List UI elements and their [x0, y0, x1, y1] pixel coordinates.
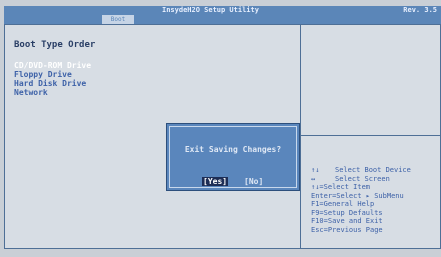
no-button[interactable]: [No] — [244, 177, 263, 186]
help-key: ↑↓ — [311, 166, 320, 174]
help-row: F9=Setup Defaults — [311, 209, 441, 218]
help-key: ↔ — [311, 174, 316, 183]
help-desc: F9=Setup Defaults — [311, 208, 383, 217]
help-row: F10=Save and Exit — [311, 217, 441, 226]
help-panel: ↑↓ Select Boot Device ↔ Select Screen ↑↓=S… — [311, 166, 441, 234]
exit-dialog: Exit Saving Changes? [Yes] [No] — [166, 123, 300, 191]
section-title: Boot Type Order — [14, 40, 96, 50]
help-row: ↔ Select Screen — [311, 175, 441, 184]
boot-order-list: CD/DVD-ROM Drive Floppy Drive Hard Disk … — [14, 61, 91, 97]
title-bar: InsydeH2O Setup Utility Rev. 3.5 — [4, 6, 441, 15]
help-desc: F10=Save and Exit — [311, 217, 383, 225]
dialog-message: Exit Saving Changes? — [184, 145, 282, 154]
help-row: ↑↓ Select Boot Device — [311, 166, 441, 175]
boot-item-hard-disk[interactable]: Hard Disk Drive — [14, 79, 91, 88]
boot-item-floppy[interactable]: Floppy Drive — [14, 70, 91, 79]
help-desc: Esc=Previous Page — [311, 225, 383, 234]
dialog-frame: Exit Saving Changes? [Yes] [No] — [169, 126, 297, 188]
help-row: F1=General Help — [311, 200, 441, 209]
boot-item-cd-dvd[interactable]: CD/DVD-ROM Drive — [14, 61, 91, 70]
help-row: Enter=Select ▸ SubMenu — [311, 192, 441, 201]
tab-bar: Boot — [4, 15, 441, 24]
help-desc: Select Screen — [335, 174, 390, 183]
help-desc: ↑↓=Select Item — [311, 183, 371, 191]
help-divider — [301, 135, 441, 136]
boot-item-network[interactable]: Network — [14, 88, 91, 97]
panel-divider — [300, 24, 301, 249]
app-title: InsydeH2O Setup Utility — [162, 6, 259, 14]
help-desc: Enter=Select ▸ SubMenu — [311, 191, 404, 200]
revision-label: Rev. 3.5 — [403, 6, 437, 14]
yes-button[interactable]: [Yes] — [202, 177, 229, 186]
help-desc: Select Boot Device — [335, 166, 411, 174]
bios-screen: InsydeH2O Setup Utility Rev. 3.5 Boot Bo… — [0, 0, 441, 257]
tab-boot[interactable]: Boot — [102, 15, 134, 24]
help-row: Esc=Previous Page — [311, 226, 441, 235]
help-desc: F1=General Help — [311, 200, 375, 208]
help-row: ↑↓=Select Item — [311, 183, 441, 192]
